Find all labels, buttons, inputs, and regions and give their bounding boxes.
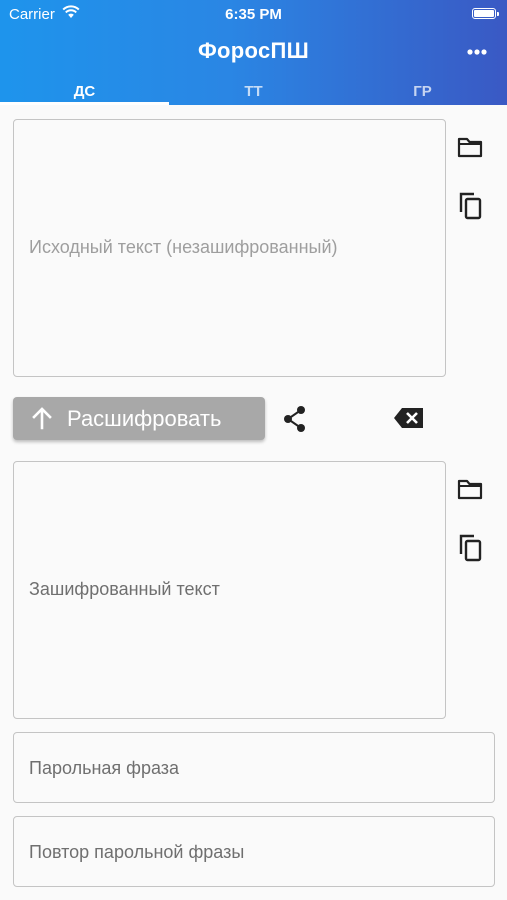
tab-indicator bbox=[0, 102, 169, 105]
app-bar: Carrier 6:35 PM ФоросПШ ДС ТТ ГР bbox=[0, 0, 507, 105]
backspace-icon[interactable] bbox=[393, 406, 425, 430]
status-bar: Carrier 6:35 PM bbox=[0, 0, 507, 28]
copy-icon[interactable] bbox=[457, 191, 483, 221]
encrypted-text-input[interactable]: Зашифрованный текст bbox=[13, 461, 446, 719]
passphrase-input[interactable]: Парольная фраза bbox=[13, 732, 495, 803]
tab-gr[interactable]: ГР bbox=[338, 78, 507, 105]
passphrase-label: Парольная фраза bbox=[29, 758, 180, 778]
repeat-passphrase-input[interactable]: Повтор парольной фразы bbox=[13, 816, 495, 887]
source-text-placeholder: Исходный текст (незашифрованный) bbox=[29, 237, 338, 257]
source-text-input[interactable]: Исходный текст (незашифрованный) bbox=[13, 119, 446, 377]
status-time: 6:35 PM bbox=[225, 6, 282, 23]
decrypt-button-label: Расшифровать bbox=[67, 406, 222, 431]
folder-icon[interactable] bbox=[457, 478, 483, 500]
more-vert-icon[interactable] bbox=[462, 40, 492, 64]
copy-icon[interactable] bbox=[457, 533, 483, 563]
folder-icon[interactable] bbox=[457, 136, 483, 158]
battery-icon bbox=[472, 8, 499, 19]
tab-ds[interactable]: ДС bbox=[0, 78, 169, 105]
share-icon[interactable] bbox=[282, 405, 308, 433]
app-title: ФоросПШ bbox=[197, 38, 310, 63]
decrypt-button[interactable]: Расшифровать bbox=[13, 397, 265, 440]
arrow-up-icon bbox=[32, 407, 52, 430]
repeat-passphrase-label: Повтор парольной фразы bbox=[29, 842, 245, 862]
tab-tt[interactable]: ТТ bbox=[169, 78, 338, 105]
encrypted-text-label: Зашифрованный текст bbox=[29, 579, 220, 599]
